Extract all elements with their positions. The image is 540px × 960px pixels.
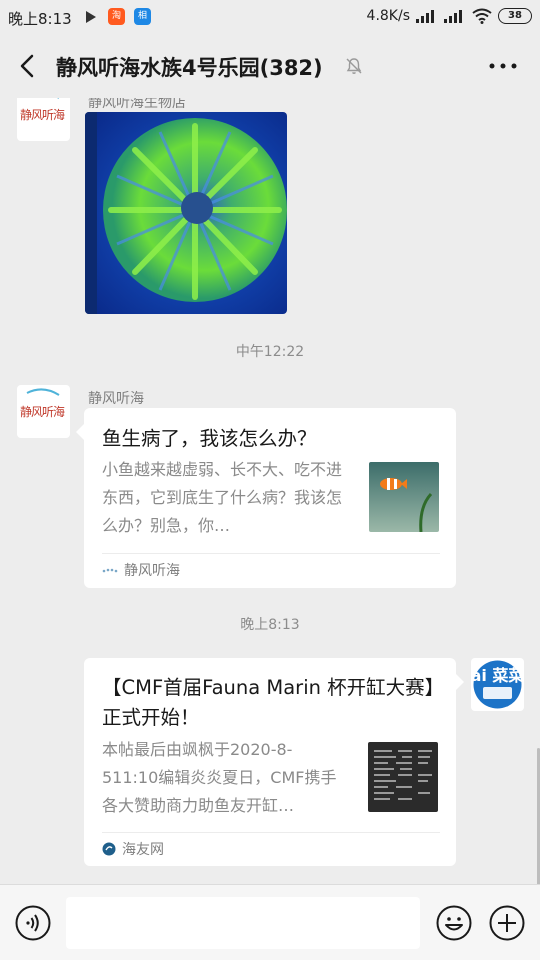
card-source: 静风听海 <box>102 560 180 580</box>
time-divider: 中午12:22 <box>235 344 305 360</box>
status-time: 晚上8:13 <box>8 10 72 28</box>
status-right: 4.8K/s 38 <box>367 8 532 24</box>
link-card[interactable]: 【CMF首届Fauna Marin 杯开缸大赛】正式开始！ 本帖最后由飒枫于20… <box>84 658 464 866</box>
coral-photo[interactable] <box>85 112 287 314</box>
wifi-icon <box>472 8 492 24</box>
page-title: 静风听海水族4号乐园(382) <box>56 56 323 80</box>
more-functions-plus-icon[interactable] <box>489 905 525 941</box>
play-icon <box>86 11 96 23</box>
time-divider: 晚上8:13 <box>240 617 300 633</box>
forum-thumbnail <box>368 742 438 812</box>
card-source: 海友网 <box>102 839 164 859</box>
voice-input-icon[interactable] <box>15 905 51 941</box>
source-logo-icon <box>102 842 116 856</box>
network-speed: 4.8K/s <box>366 8 410 24</box>
battery-icon: 38 <box>498 8 532 24</box>
taobao-app-icon: 淘 <box>108 8 125 25</box>
signal-icon <box>416 10 434 23</box>
card-title: 【CMF首届Fauna Marin 杯开缸大赛】正式开始！ <box>102 676 435 729</box>
fish-logo-icon <box>56 98 59 99</box>
avatar[interactable]: 静风听海 <box>17 98 70 141</box>
more-options-icon[interactable] <box>488 56 518 76</box>
link-card[interactable]: 鱼生病了，我该怎么办？ 小鱼越来越虚弱、长不大、吃不进东西，它到底生了什么病？我… <box>76 408 456 588</box>
signal-icon <box>444 10 462 23</box>
input-bar <box>0 884 540 960</box>
avatar-text: ai 菜菜 <box>471 666 524 685</box>
chat-messages[interactable]: 静风听海 静风听海生物店 中午12:22 静风听海 静风听海 鱼生病了，我该怎么… <box>0 98 540 884</box>
card-description: 小鱼越来越虚弱、长不大、吃不进东西，它到底生了什么病？我该怎么办？别急，你… <box>102 460 342 535</box>
status-bar: 晚上8:13 淘 相 4.8K/s 38 <box>0 0 540 34</box>
avatar[interactable]: ai 菜菜 <box>471 658 524 711</box>
avatar[interactable]: 静风听海 <box>17 385 70 438</box>
card-source-label: 静风听海 <box>124 563 180 579</box>
emoji-icon[interactable] <box>436 905 472 941</box>
coral-image <box>85 112 287 314</box>
clownfish-thumbnail <box>369 462 439 532</box>
ai-avatar-icon: ai 菜菜 <box>471 660 524 709</box>
card-divider <box>102 553 440 554</box>
sender-name: 静风听海生物店 <box>88 98 186 111</box>
card-description: 本帖最后由飒枫于2020-8-511:10编辑炎炎夏日，CMF携手各大赞助商力助… <box>102 740 337 815</box>
message-input[interactable] <box>66 897 420 949</box>
mute-bell-icon <box>346 58 362 74</box>
fish-logo-icon <box>26 388 60 396</box>
chat-header: 静风听海水族4号乐园(382) <box>0 34 540 98</box>
back-arrow-icon[interactable] <box>14 52 42 80</box>
card-source-label: 海友网 <box>122 842 164 858</box>
source-logo-icon <box>102 568 118 573</box>
card-title: 鱼生病了，我该怎么办？ <box>102 427 317 450</box>
camera-app-icon: 相 <box>134 8 151 25</box>
card-divider <box>102 832 440 833</box>
sender-name: 静风听海 <box>88 391 144 407</box>
